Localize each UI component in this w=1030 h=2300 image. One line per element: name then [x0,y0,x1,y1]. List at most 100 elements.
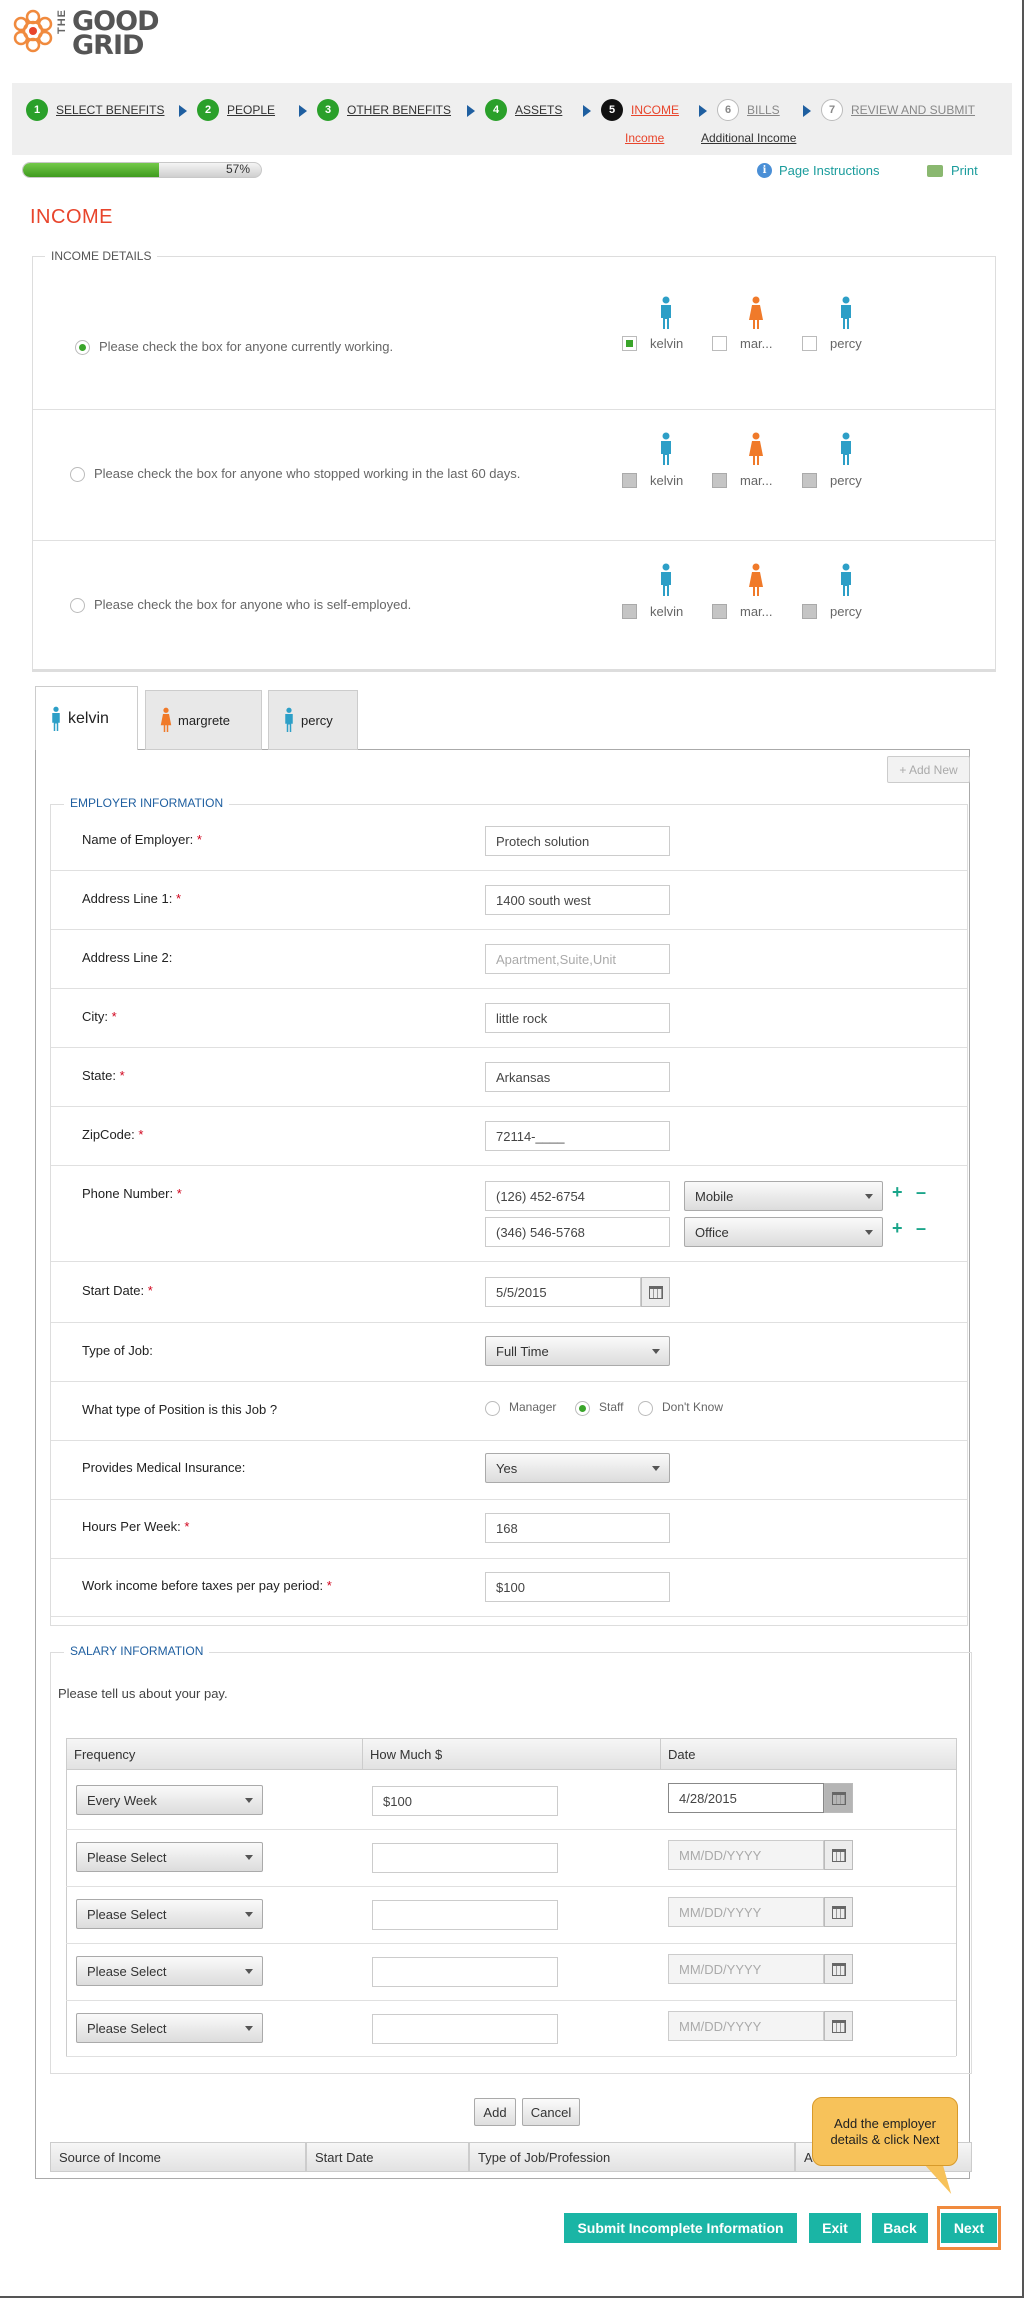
person-name: mar... [740,473,773,488]
address2-input[interactable]: Apartment,Suite,Unit [485,944,670,974]
zipcode-input[interactable]: 72114-____ [485,1121,670,1151]
position-staff-radio[interactable] [575,1401,590,1416]
date-input[interactable]: MM/DD/YYYY [668,1840,824,1870]
printer-icon [927,164,943,177]
kelvin-stopped-checkbox[interactable] [622,473,637,488]
substep-additional-income[interactable]: Additional Income [701,131,796,145]
col-frequency: Frequency [66,1738,362,1770]
step-arrow-icon [467,105,475,117]
amount-input[interactable]: $100 [372,1786,558,1816]
add-phone-icon[interactable]: + [892,1218,903,1239]
grid-col-source: Source of Income [50,2142,306,2172]
percy-working-checkbox[interactable] [802,336,817,351]
divider [66,1943,956,1944]
kelvin-selfemployed-checkbox[interactable] [622,604,637,619]
state-input[interactable]: Arkansas [485,1062,670,1092]
frequency-select[interactable]: Please Select [76,1899,263,1929]
divider [66,2056,956,2057]
calendar-icon[interactable] [824,2011,853,2041]
add-button[interactable]: Add [474,2098,516,2126]
divider [51,1047,967,1048]
date-input[interactable]: MM/DD/YYYY [668,1897,824,1927]
tab-percy[interactable]: percy [268,690,358,750]
divider [51,1322,967,1323]
insurance-select[interactable]: Yes [485,1453,670,1483]
frequency-select[interactable]: Please Select [76,1842,263,1872]
position-dont-know-radio[interactable] [638,1401,653,1416]
amount-input[interactable] [372,1843,558,1873]
person-name: percy [830,604,862,619]
step-income[interactable]: 5 INCOME [601,99,679,121]
employer-info-panel [50,804,968,1626]
position-option-label: Don't Know [662,1400,723,1414]
address1-label: Address Line 1: * [82,891,182,906]
amount-input[interactable] [372,1957,558,1987]
margrete-stopped-checkbox[interactable] [712,473,727,488]
calendar-icon[interactable] [824,1840,853,1870]
date-input[interactable]: 4/28/2015 [668,1783,824,1813]
calendar-icon[interactable] [824,1897,853,1927]
step-select-benefits[interactable]: 1 SELECT BENEFITS [26,99,164,121]
step-bills[interactable]: 6 BILLS [717,99,780,121]
frequency-select[interactable]: Every Week [76,1785,263,1815]
frequency-select[interactable]: Please Select [76,1956,263,1986]
percy-selfemployed-checkbox[interactable] [802,604,817,619]
step-assets[interactable]: 4 ASSETS [485,99,562,121]
remove-phone-icon[interactable]: – [916,1218,926,1239]
step-review-submit[interactable]: 7 REVIEW AND SUBMIT [821,99,975,121]
divider [66,1829,956,1830]
amount-input[interactable] [372,2014,558,2044]
address1-input[interactable]: 1400 south west [485,885,670,915]
calendar-icon[interactable] [824,1954,853,1984]
frequency-select[interactable]: Please Select [76,2013,263,2043]
step-number: 3 [317,99,339,121]
step-other-benefits[interactable]: 3 OTHER BENEFITS [317,99,451,121]
person-name: kelvin [650,473,684,488]
calendar-icon[interactable] [824,1783,853,1813]
phone-type-select-2[interactable]: Office [684,1217,883,1247]
add-phone-icon[interactable]: + [892,1182,903,1203]
question-self-employed-radio[interactable] [70,598,85,613]
insurance-label: Provides Medical Insurance: [82,1460,246,1475]
phone-type-select-1[interactable]: Mobile [684,1181,883,1211]
step-arrow-icon [583,105,591,117]
position-manager-radio[interactable] [485,1401,500,1416]
date-input[interactable]: MM/DD/YYYY [668,1954,824,1984]
margrete-selfemployed-checkbox[interactable] [712,604,727,619]
city-input[interactable]: little rock [485,1003,670,1033]
female-person-icon [749,563,763,596]
tab-margrete[interactable]: margrete [145,690,262,750]
add-new-button[interactable]: + Add New [887,756,970,783]
step-label: INCOME [631,103,679,117]
question-currently-working-radio[interactable] [75,340,90,355]
kelvin-working-checkbox[interactable] [622,336,637,351]
amount-input[interactable] [372,1900,558,1930]
remove-phone-icon[interactable]: – [916,1182,926,1203]
calendar-icon[interactable] [641,1277,670,1307]
percy-stopped-checkbox[interactable] [802,473,817,488]
print-label: Print [951,163,978,178]
margrete-working-checkbox[interactable] [712,336,727,351]
date-input[interactable]: MM/DD/YYYY [668,2011,824,2041]
job-type-select[interactable]: Full Time [485,1336,670,1366]
question-stopped-working-radio[interactable] [70,467,85,482]
step-label: ASSETS [515,103,563,117]
cancel-button[interactable]: Cancel [522,2098,580,2126]
divider [51,1106,967,1107]
tab-kelvin[interactable]: kelvin [35,686,138,750]
male-person-icon [841,432,851,465]
phone-input-2[interactable]: (346) 546-5768 [485,1217,670,1247]
exit-button[interactable]: Exit [809,2213,861,2243]
start-date-input[interactable]: 5/5/2015 [485,1277,641,1307]
step-people[interactable]: 2 PEOPLE [197,99,275,121]
employer-name-input[interactable]: Protech solution [485,826,670,856]
phone-input-1[interactable]: (126) 452-6754 [485,1181,670,1211]
pay-input[interactable]: $100 [485,1572,670,1602]
back-button[interactable]: Back [872,2213,928,2243]
print-link[interactable]: Print [927,163,978,178]
substep-income[interactable]: Income [625,131,664,145]
logo-the: THE [56,9,68,34]
hours-input[interactable]: 168 [485,1513,670,1543]
page-instructions-link[interactable]: i Page Instructions [757,163,879,178]
submit-incomplete-button[interactable]: Submit Incomplete Information [564,2213,797,2243]
